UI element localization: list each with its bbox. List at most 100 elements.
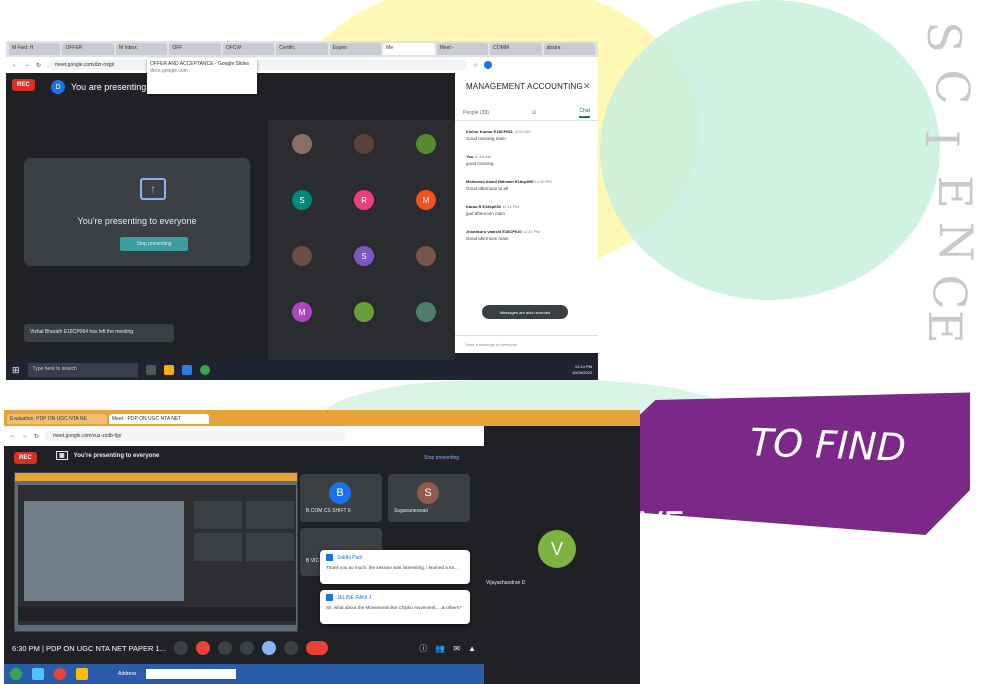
profile-icon[interactable] <box>484 61 493 69</box>
browser-tab-bar-2: Evaluation: PDP ON UGC NTA NE Meet - PDP … <box>4 410 640 426</box>
message-text: Good morning mam <box>466 136 506 141</box>
presenter-avatar: D <box>51 80 65 94</box>
preview-controls <box>18 607 296 621</box>
message-text: Good afternoon to all <box>466 186 509 191</box>
browser-tab[interactable]: OFCW <box>222 43 275 55</box>
green-blob <box>600 0 940 300</box>
chat-toast[interactable]: JELINE RANI J Sir, what about the Movemen… <box>320 590 470 624</box>
url-field[interactable]: meet.google.com/dzr-mqpl <box>47 60 468 70</box>
browser-tab[interactable]: M Fwd: H <box>9 43 61 55</box>
present-screen-icon: ↑ <box>140 178 166 200</box>
toast-sender: Siddhi Patil <box>326 554 464 561</box>
preview-tab-bar <box>15 473 297 481</box>
browser-tab[interactable]: OFF <box>169 43 221 55</box>
address-bar: ← → ↻ meet.google.com/dzr-mqpl ☆ <box>6 57 598 73</box>
browser-tab[interactable]: abstra <box>543 43 595 55</box>
toast-text: Sir, what about the Movements like Chipk… <box>326 605 462 610</box>
browser-tab[interactable]: Me <box>383 43 435 55</box>
chrome-icon[interactable] <box>199 365 210 375</box>
participant-grid: S R M S M <box>268 120 455 360</box>
chat-toast[interactable]: Siddhi Patil Thank you so much. the sessi… <box>320 550 470 584</box>
participant-avatar <box>416 302 436 322</box>
message-sender: Jhanakuru vamshi E18CP010 12:12 PM <box>466 229 540 234</box>
tab-people[interactable]: People (38) <box>463 110 489 116</box>
self-avatar: V <box>538 530 576 568</box>
windows-taskbar-2: Address <box>4 664 484 684</box>
star-icon[interactable]: ☆ <box>473 62 478 69</box>
toast-name: Siddhi Patil <box>337 554 363 561</box>
close-icon[interactable]: ✕ <box>583 81 591 92</box>
ie-icon[interactable] <box>32 668 44 680</box>
browser-tab[interactable]: Certific <box>276 43 328 55</box>
send-message-input[interactable]: Send a message to everyone <box>455 335 598 353</box>
meeting-controls: 6:30 PM | PDP ON UGC NTA NET PAPER 1... … <box>4 632 484 664</box>
activities-icon[interactable]: ▲ <box>468 644 476 653</box>
watermark-letter: E <box>917 310 972 344</box>
chat-messages: Kishor Kumar E18CP061 11:54 AM Good morni… <box>466 129 594 254</box>
hang-up-button[interactable] <box>305 641 328 655</box>
watermark-letter: C <box>922 274 977 310</box>
browser-tab[interactable]: Expen <box>329 43 382 55</box>
back-icon[interactable]: ← <box>10 433 16 439</box>
preview-tile <box>246 501 294 529</box>
windows-taskbar: ⊞ Type here to search 12:14 PM 10/09/202… <box>6 360 598 380</box>
people-icon[interactable]: 👥 <box>435 644 445 653</box>
screenshot-meet-presenting: M Fwd: H OFFER M Inbox OFF OFCW Certific Expen… <box>6 41 598 380</box>
chat-message: Kishor Kumar E18CP061 11:54 AM Good morni… <box>466 129 594 141</box>
participant-avatar: M <box>416 190 436 210</box>
chrome-icon[interactable] <box>54 668 66 680</box>
info-icon[interactable]: ⓘ <box>419 643 427 654</box>
chat-icon[interactable]: ✉ <box>453 644 460 653</box>
browser-tab[interactable]: M Inbox <box>115 43 168 55</box>
participant-avatar <box>416 134 436 154</box>
message-time: 12:12 PM <box>522 229 540 234</box>
shared-screen-preview <box>14 472 298 632</box>
browser-tab[interactable]: Meet - PDP ON UGC NTA NET <box>109 414 209 424</box>
windows-start-icon[interactable]: ⊞ <box>12 365 20 376</box>
participant-avatar <box>354 134 374 154</box>
store-icon[interactable] <box>181 365 192 375</box>
message-sender: Kishor Kumar E18CP061 11:54 AM <box>466 129 531 134</box>
checklist-icon[interactable]: ☑ <box>532 110 536 116</box>
raise-hand-icon[interactable] <box>239 641 254 655</box>
tab-chat[interactable]: Chat <box>579 108 590 118</box>
forward-icon[interactable]: → <box>22 433 28 439</box>
message-sender: Mohamed Abdul Rahman E18cp059 12:00 PM <box>466 179 552 184</box>
mic-icon[interactable] <box>173 641 188 655</box>
participant-avatar <box>292 246 312 266</box>
preview-tile <box>194 533 242 561</box>
browser-tab[interactable]: OFFER <box>62 43 114 55</box>
watermark-letter: C <box>925 69 980 105</box>
stop-presenting-button[interactable]: Stop presenting <box>120 237 188 251</box>
camera-off-icon[interactable] <box>195 641 210 655</box>
url-field-2[interactable]: meet.google.com/vuz-zcdb-fgo <box>45 431 346 441</box>
more-options-icon[interactable] <box>283 641 298 655</box>
taskbar-address-field[interactable] <box>146 669 237 679</box>
toast-text: Thank you so much. the session was inter… <box>326 565 458 570</box>
reload-icon[interactable]: ↻ <box>34 433 39 440</box>
task-view-icon[interactable] <box>145 365 156 375</box>
participant-avatar <box>416 246 436 266</box>
reload-icon[interactable]: ↻ <box>36 62 41 69</box>
captions-icon[interactable] <box>217 641 232 655</box>
preview-nested-screen <box>24 501 184 601</box>
participant-avatar <box>292 134 312 154</box>
chat-bubble-icon <box>326 554 333 561</box>
taskbar-search[interactable]: Type here to search <box>27 363 138 377</box>
browser-tab[interactable]: Evaluation: PDP ON UGC NTA NE <box>7 414 107 424</box>
stop-presenting-link[interactable]: Stop presenting <box>424 455 459 461</box>
clock-date: 10/09/2020 <box>571 370 592 375</box>
browser-tab[interactable]: COMM <box>490 43 542 55</box>
forward-icon[interactable]: → <box>24 62 30 68</box>
toast-sender: JELINE RANI J <box>326 594 464 601</box>
file-explorer-icon[interactable] <box>163 365 174 375</box>
watermark-letter: N <box>929 221 983 263</box>
present-now-icon[interactable] <box>261 641 276 655</box>
chat-message: Karan.R E18cp033 12:11 PM gud afternoon m… <box>466 204 594 216</box>
windows-start-icon[interactable] <box>10 668 22 680</box>
back-icon[interactable]: ← <box>12 62 18 68</box>
ribbon-text-2: VE <box>640 505 685 545</box>
message-time: 12:00 PM <box>534 179 552 184</box>
browser-tab[interactable]: Meet - <box>436 43 489 55</box>
folder-icon[interactable] <box>76 668 88 680</box>
